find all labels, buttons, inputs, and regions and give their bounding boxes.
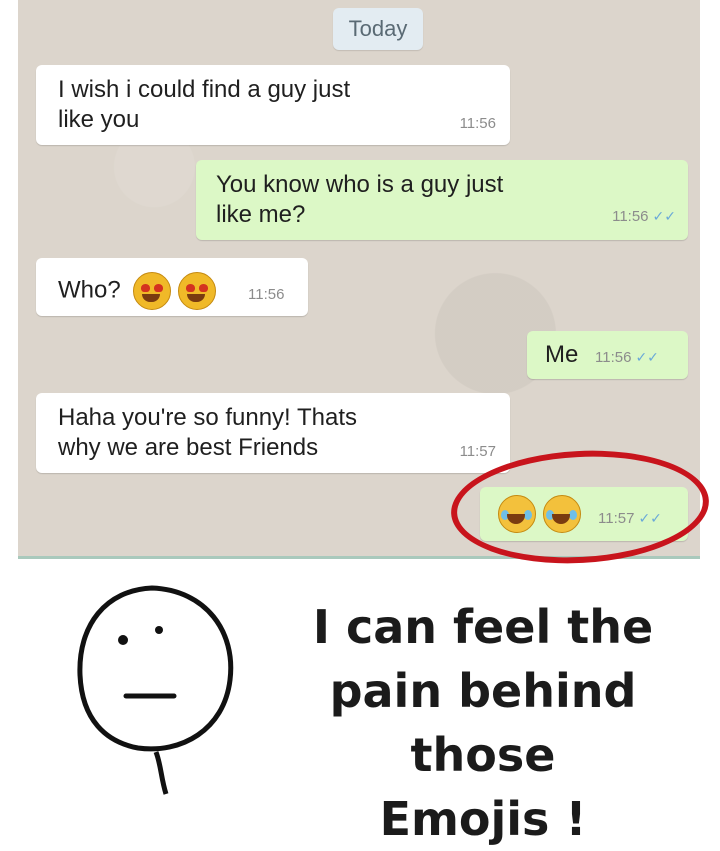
message-timestamp: 11:56 — [612, 208, 649, 225]
poker-face-icon — [77, 585, 234, 795]
date-chip: Today — [333, 8, 423, 50]
message-bubble-incoming[interactable]: Who? 11:56 — [36, 258, 308, 316]
heart-eyes-icon — [133, 272, 172, 310]
read-ticks-icon: ✓✓ — [652, 208, 676, 224]
message-text: I wish i could find a guy just — [58, 76, 351, 103]
message-text: Who? — [58, 276, 121, 304]
message-text: why we are best Friends — [58, 434, 319, 461]
message-bubble-outgoing[interactable]: You know who is a guy just like me? 11:5… — [196, 160, 688, 240]
chat-screenshot: Today I wish i could find a guy just lik… — [18, 0, 712, 570]
message-timestamp: 11:56 — [248, 286, 285, 303]
heart-eyes-icon — [178, 272, 217, 310]
message-text: like you — [58, 106, 140, 133]
meme-caption: I can feel the pain behind those Emojis … — [258, 595, 708, 851]
message-bubble-outgoing[interactable]: Me 11:56 ✓✓ — [527, 331, 688, 379]
caption-line: Emojis ! — [379, 792, 587, 846]
read-ticks-icon: ✓✓ — [635, 349, 659, 365]
message-text: like me? — [216, 201, 306, 228]
message-text: Me — [545, 341, 579, 368]
message-bubble-incoming[interactable]: Haha you're so funny! Thats why we are b… — [36, 393, 510, 473]
message-text: Haha you're so funny! Thats — [58, 404, 357, 431]
message-text: You know who is a guy just — [216, 171, 504, 198]
message-timestamp: 11:56 — [459, 115, 496, 132]
message-timestamp: 11:57 — [459, 443, 496, 460]
message-bubble-incoming[interactable]: I wish i could find a guy just like you … — [36, 65, 510, 145]
message-timestamp: 11:56 — [595, 349, 632, 366]
caption-line: pain behind those — [329, 664, 637, 782]
caption-line: I can feel the — [312, 600, 654, 654]
